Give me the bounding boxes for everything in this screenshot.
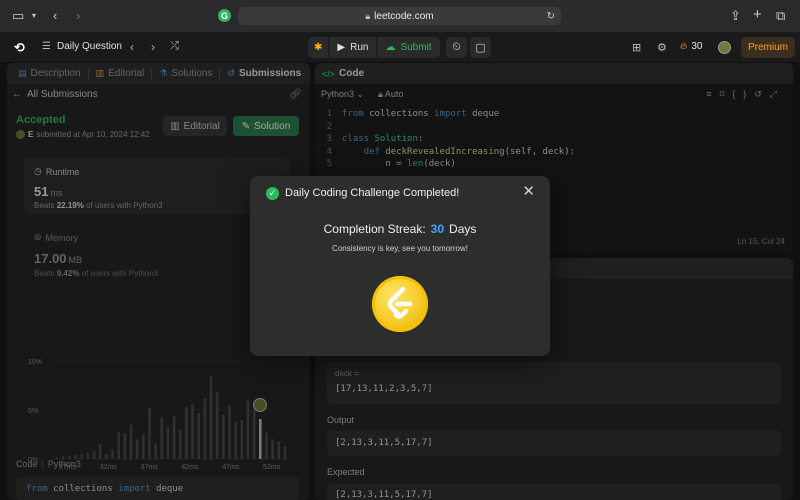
leetcode-coin-icon [372, 276, 428, 332]
lock-icon: 🔒︎ [365, 10, 371, 21]
run-label: Run [350, 42, 369, 53]
chevron-down-icon[interactable]: ▾ [32, 11, 36, 20]
sidebar-toggle-icon[interactable]: ▭ [12, 8, 24, 24]
browser-toolbar: ▭ ▾ ‹ › G 🔒︎ leetcode.com ↻ ⇪ + ⧉ [0, 0, 800, 32]
shuffle-icon[interactable]: ⤮ [170, 40, 179, 53]
address-bar[interactable]: 🔒︎ leetcode.com ↻ [238, 7, 561, 25]
completion-streak: Completion Streak: 30 Days [323, 222, 477, 236]
leetcode-logo-icon[interactable]: ⟲ [14, 40, 27, 55]
app-header: ⟲ ☰ Daily Question ‹ › ⤮ ✱ ▶ Run ☁ Submi… [0, 32, 800, 62]
avatar[interactable] [718, 41, 731, 54]
run-button[interactable]: ▶ Run [329, 37, 376, 58]
streak-count: 30 [691, 41, 703, 52]
back-icon[interactable]: ‹ [53, 8, 57, 23]
alarm-icon: ⏲ [452, 41, 461, 53]
fire-icon: 🔥︎ [680, 41, 688, 52]
submit-label: Submit [400, 42, 432, 53]
note-icon: ▢ [475, 42, 486, 54]
close-icon[interactable]: ✕ [522, 184, 535, 199]
share-icon[interactable]: ⇪ [730, 8, 741, 24]
layout-icon[interactable]: ⊞ [632, 41, 641, 54]
list-icon: ☰ [42, 41, 51, 52]
next-problem-icon[interactable]: › [151, 40, 155, 54]
gear-icon[interactable]: ⚙ [657, 41, 667, 54]
check-circle-icon: ✓ [266, 187, 279, 200]
problem-list-button[interactable]: ☰ Daily Question [42, 41, 122, 52]
debug-button[interactable]: ✱ [308, 37, 328, 58]
play-icon: ▶ [337, 42, 346, 53]
upload-icon: ☁ [385, 42, 396, 53]
bug-icon: ✱ [314, 42, 323, 53]
modal-title: Daily Coding Challenge Completed! [285, 187, 460, 199]
submit-button[interactable]: ☁ Submit [377, 37, 439, 58]
url-text: leetcode.com [374, 10, 434, 22]
streak-counter[interactable]: 🔥︎ 30 [680, 41, 702, 52]
grammarly-icon[interactable]: G [218, 9, 231, 22]
problem-list-label: Daily Question [56, 41, 122, 52]
new-tab-icon[interactable]: + [753, 6, 762, 23]
notes-button[interactable]: ▢ [470, 37, 491, 58]
modal-subtitle: Consistency is key, see you tomorrow! [332, 244, 468, 253]
run-submit-group: ✱ ▶ Run ☁ Submit [308, 37, 440, 58]
challenge-complete-modal: ✓ Daily Coding Challenge Completed! ✕ Co… [250, 176, 550, 356]
reload-icon[interactable]: ↻ [547, 11, 555, 22]
streak-days-count: 30 [430, 222, 445, 236]
forward-icon[interactable]: › [76, 8, 80, 23]
prev-problem-icon[interactable]: ‹ [130, 40, 134, 54]
tab-overview-icon[interactable]: ⧉ [776, 8, 785, 24]
premium-button[interactable]: Premium [741, 37, 795, 58]
timer-button[interactable]: ⏲ [446, 37, 467, 58]
